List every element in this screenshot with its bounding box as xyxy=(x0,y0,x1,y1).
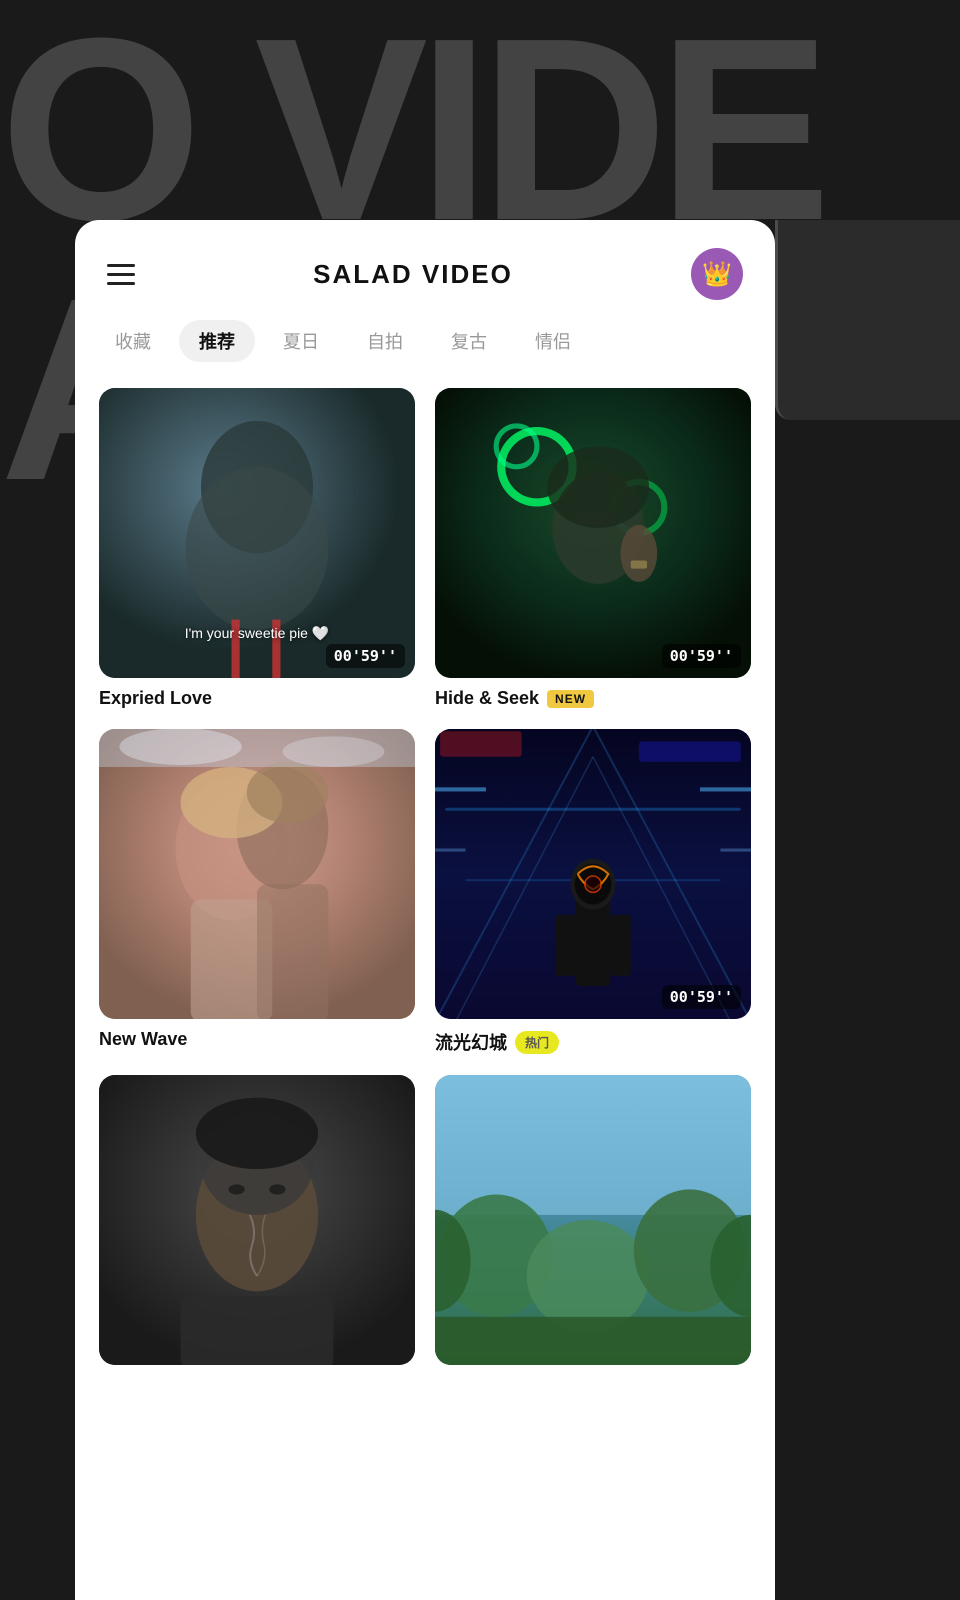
video-duration: 00'59'' xyxy=(662,985,741,1009)
video-title: Hide & Seek NEW xyxy=(435,688,751,709)
list-item[interactable]: 00'59'' Hide & Seek NEW xyxy=(435,388,751,709)
video-thumbnail[interactable]: 00'59'' xyxy=(435,388,751,678)
tab-recommend[interactable]: 推荐 xyxy=(179,320,255,362)
app-title: SALAD VIDEO xyxy=(313,259,513,290)
video-thumbnail[interactable]: 00'59'' xyxy=(435,729,751,1019)
video-duration: 00'59'' xyxy=(326,644,405,668)
tab-couple[interactable]: 情侣 xyxy=(515,320,591,362)
tab-selfie[interactable]: 自拍 xyxy=(347,320,423,362)
crown-icon: 👑 xyxy=(702,260,732,289)
list-item[interactable] xyxy=(99,1075,415,1365)
list-item[interactable]: I'm your sweetie pie 🤍 00'59'' Expried L… xyxy=(99,388,415,709)
app-header: SALAD VIDEO 👑 xyxy=(75,220,775,320)
side-decoration xyxy=(775,220,960,420)
video-thumbnail[interactable]: I'm your sweetie pie 🤍 00'59'' xyxy=(99,388,415,678)
main-card: SALAD VIDEO 👑 收藏 推荐 夏日 自拍 复古 情侣 xyxy=(75,220,775,1600)
video-overlay-text: I'm your sweetie pie 🤍 xyxy=(99,625,415,642)
crown-button[interactable]: 👑 xyxy=(691,248,743,300)
video-thumbnail[interactable] xyxy=(99,1075,415,1365)
badge-new: NEW xyxy=(547,690,594,708)
video-title: 流光幻城 热门 xyxy=(435,1029,751,1055)
video-thumbnail[interactable] xyxy=(435,1075,751,1365)
list-item[interactable]: New Wave xyxy=(99,729,415,1055)
video-thumbnail[interactable] xyxy=(99,729,415,1019)
list-item[interactable] xyxy=(435,1075,751,1365)
list-item[interactable]: 00'59'' 流光幻城 热门 xyxy=(435,729,751,1055)
tab-retro[interactable]: 复古 xyxy=(431,320,507,362)
video-duration: 00'59'' xyxy=(662,644,741,668)
video-title: New Wave xyxy=(99,1029,415,1050)
tab-summer[interactable]: 夏日 xyxy=(263,320,339,362)
video-grid: I'm your sweetie pie 🤍 00'59'' Expried L… xyxy=(75,378,775,1375)
badge-hot: 热门 xyxy=(515,1031,559,1054)
tab-favorites[interactable]: 收藏 xyxy=(95,320,171,362)
nav-tabs: 收藏 推荐 夏日 自拍 复古 情侣 xyxy=(75,320,775,378)
video-title: Expried Love xyxy=(99,688,415,709)
menu-button[interactable] xyxy=(107,264,135,285)
